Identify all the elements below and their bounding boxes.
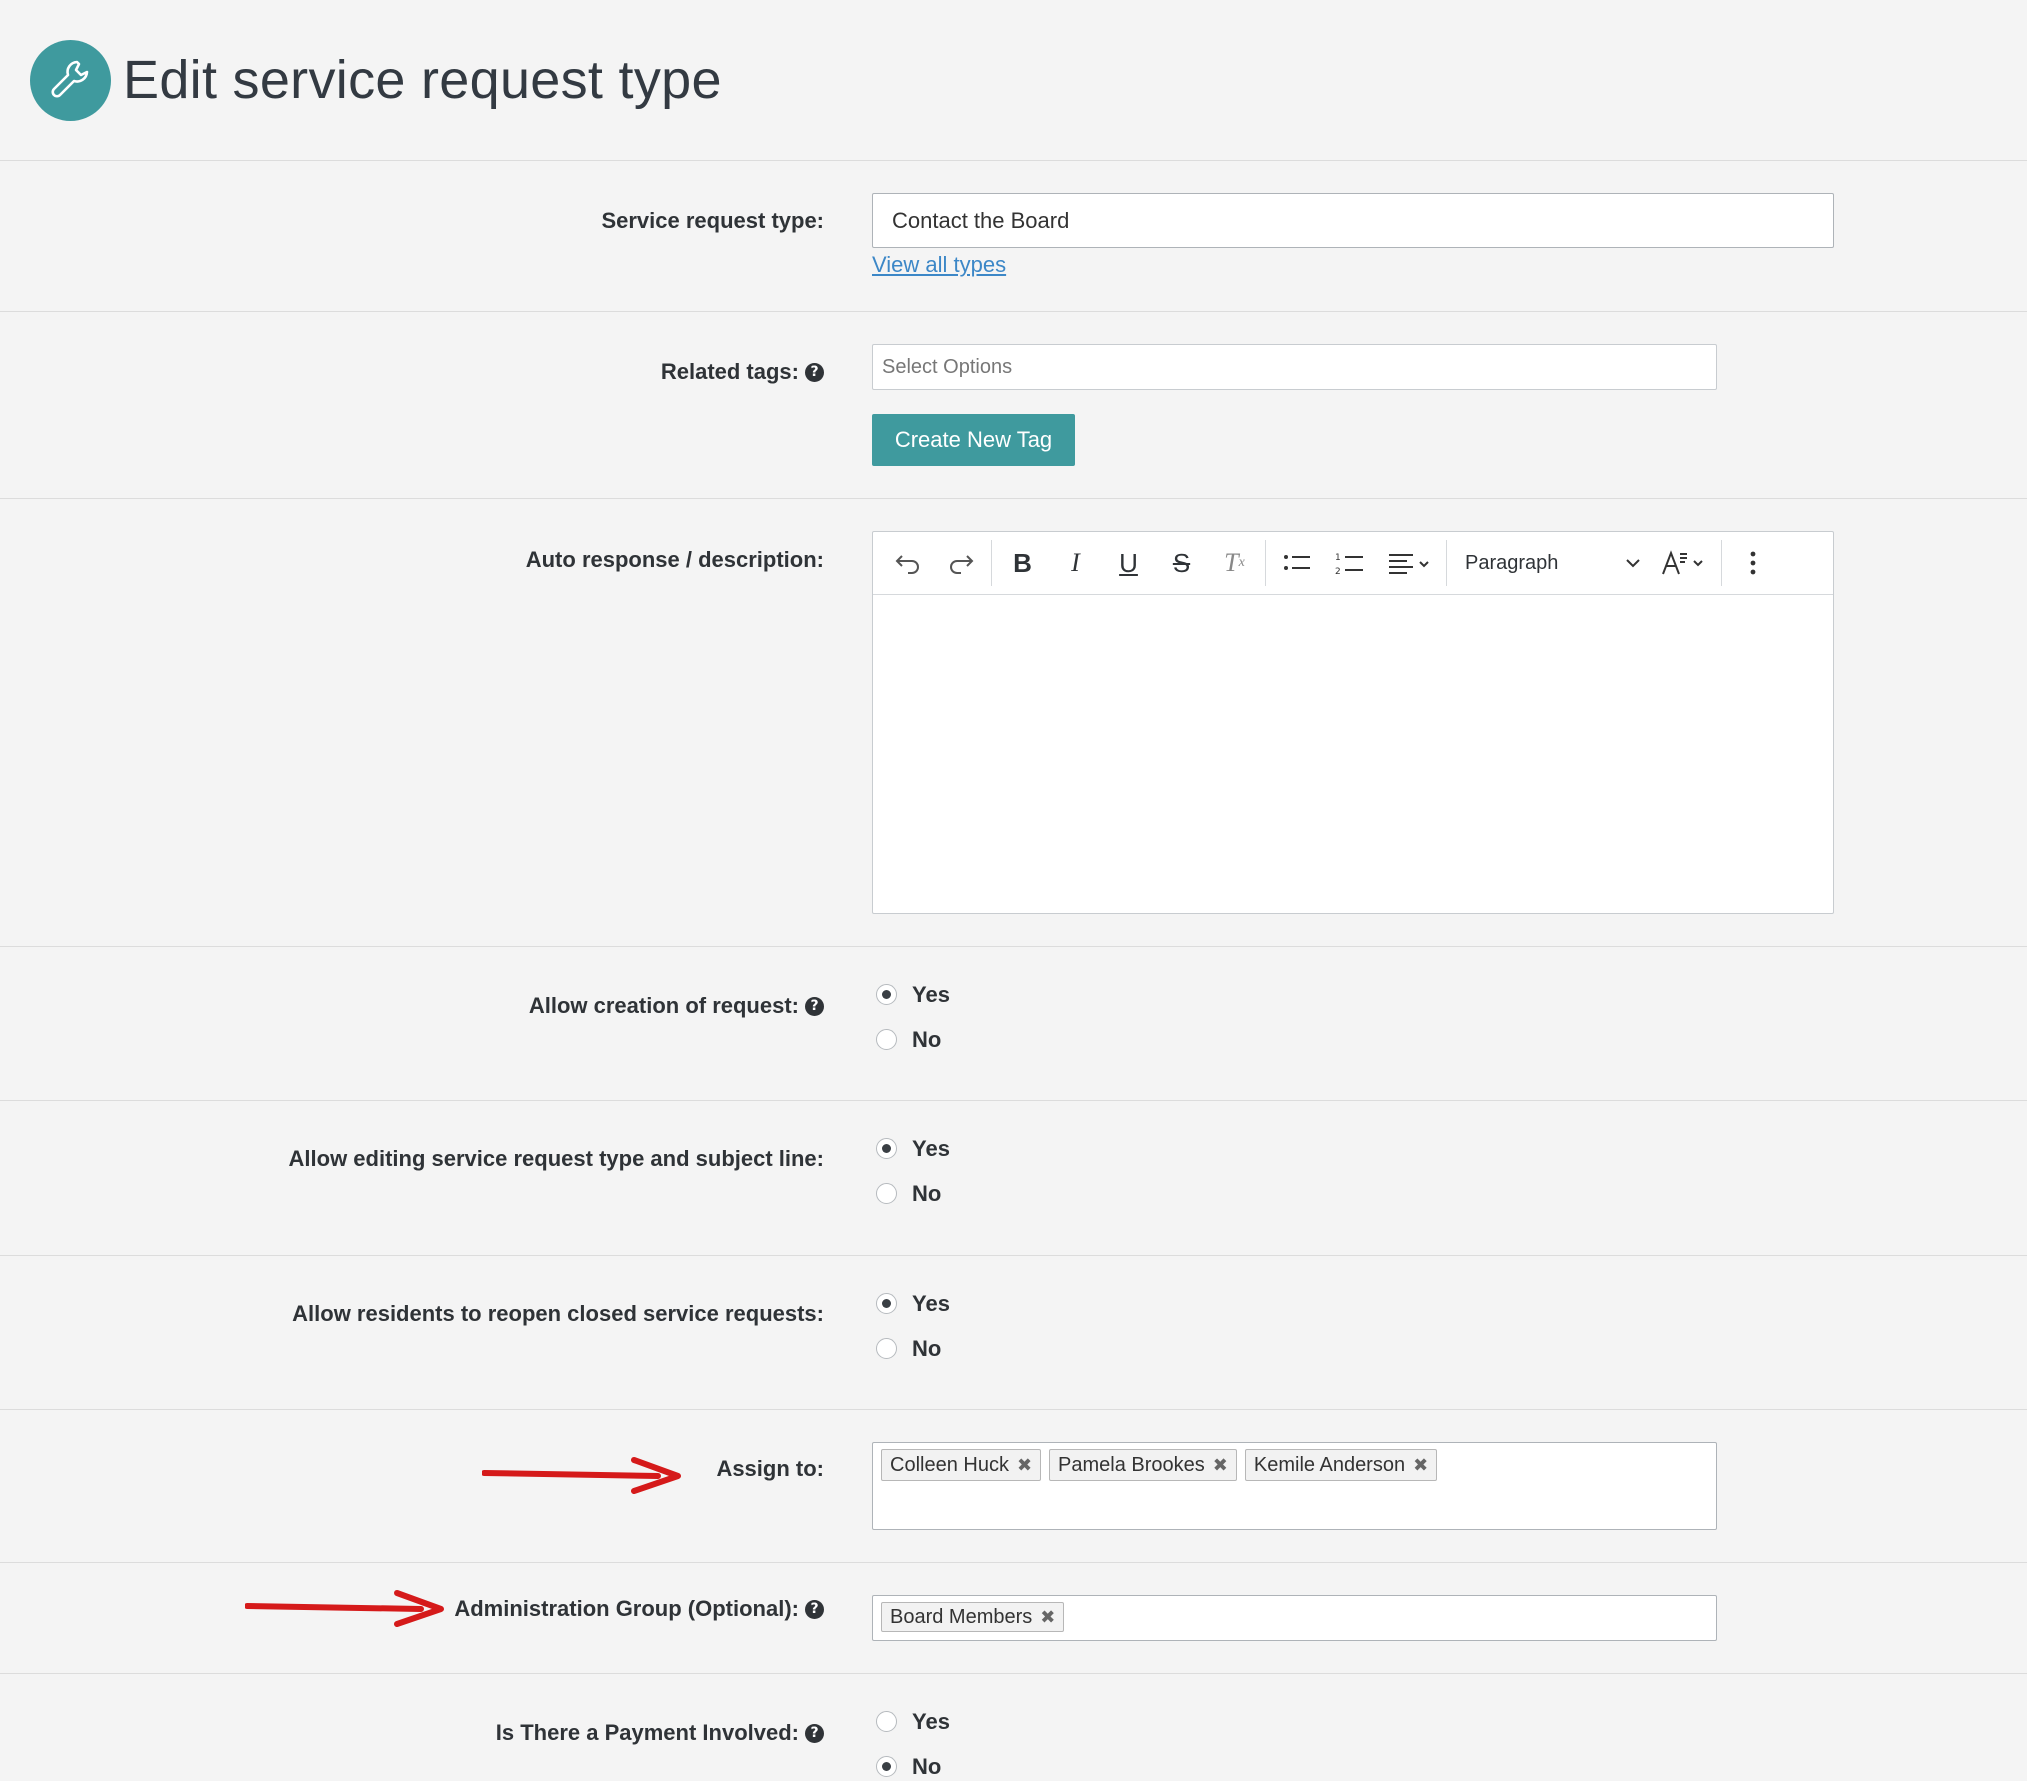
annotation-arrow xyxy=(482,1457,681,1494)
assign-to-label: Assign to: xyxy=(716,1456,824,1481)
allow-reopen-no[interactable]: No xyxy=(872,1326,950,1371)
assignee-tag: Kemile Anderson ✖ xyxy=(1244,1449,1438,1481)
numbered-list-icon[interactable]: 12 xyxy=(1323,538,1376,588)
payment-no[interactable]: No xyxy=(872,1744,950,1781)
auto-response-row: Auto response / description: B I U S Tx xyxy=(0,499,2027,947)
strikethrough-icon[interactable]: S xyxy=(1155,538,1208,588)
assignee-tag: Colleen Huck ✖ xyxy=(881,1449,1042,1481)
remove-icon[interactable]: ✖ xyxy=(1017,1455,1032,1476)
admin-group-tag: Board Members ✖ xyxy=(881,1602,1065,1632)
related-tags-label: Related tags: ? xyxy=(661,359,824,385)
assign-to-field: Colleen Huck ✖ Pamela Brookes ✖ Kemile And… xyxy=(872,1442,1717,1530)
payment-label: Is There a Payment Involved: ? xyxy=(496,1720,824,1746)
remove-icon[interactable]: ✖ xyxy=(1213,1455,1228,1476)
allow-editing-yes[interactable]: Yes xyxy=(872,1126,950,1171)
chevron-down-icon xyxy=(1626,559,1640,568)
page: Edit service request type Service reques… xyxy=(0,0,2027,1781)
allow-reopen-label: Allow residents to reopen closed service… xyxy=(292,1301,824,1326)
service-request-type-label: Service request type: xyxy=(601,208,824,233)
annotation-arrow xyxy=(245,1590,444,1627)
allow-creation-row: Allow creation of request: ? Yes No xyxy=(0,947,2027,1101)
more-icon[interactable] xyxy=(1726,538,1779,588)
toolbar-divider xyxy=(1265,540,1266,586)
remove-icon[interactable]: ✖ xyxy=(1413,1455,1428,1476)
bold-icon[interactable]: B xyxy=(996,538,1049,588)
radio-button[interactable] xyxy=(876,1293,897,1314)
toolbar-divider xyxy=(1446,540,1447,586)
allow-reopen-row: Allow residents to reopen closed service… xyxy=(0,1256,2027,1410)
radio-button[interactable] xyxy=(876,984,897,1005)
create-new-tag-button[interactable]: Create New Tag xyxy=(872,414,1075,466)
allow-editing-row: Allow editing service request type and s… xyxy=(0,1101,2027,1256)
allow-creation-no[interactable]: No xyxy=(872,1017,950,1062)
allow-creation-label: Allow creation of request: ? xyxy=(529,993,824,1019)
related-tags-select[interactable]: Select Options xyxy=(872,344,1717,390)
radio-button[interactable] xyxy=(876,1138,897,1159)
allow-creation-options: Yes No xyxy=(872,972,950,1062)
underline-icon[interactable]: U xyxy=(1102,538,1155,588)
help-icon[interactable]: ? xyxy=(805,996,824,1016)
allow-editing-no[interactable]: No xyxy=(872,1171,950,1216)
allow-editing-label: Allow editing service request type and s… xyxy=(288,1146,824,1171)
bullet-list-icon[interactable] xyxy=(1270,538,1323,588)
editor-content-area[interactable] xyxy=(873,595,1833,913)
help-icon[interactable]: ? xyxy=(805,1723,824,1743)
wrench-icon xyxy=(30,39,111,121)
auto-response-label: Auto response / description: xyxy=(525,547,824,572)
toolbar-divider xyxy=(1721,540,1722,586)
help-icon[interactable]: ? xyxy=(805,1599,824,1619)
radio-button[interactable] xyxy=(876,1029,897,1050)
allow-reopen-yes[interactable]: Yes xyxy=(872,1281,950,1326)
payment-row: Is There a Payment Involved: ? Yes No xyxy=(0,1674,2027,1781)
assign-to-input[interactable]: Colleen Huck ✖ Pamela Brookes ✖ Kemile And… xyxy=(872,1442,1717,1530)
redo-icon[interactable] xyxy=(934,538,987,588)
clear-formatting-icon[interactable]: Tx xyxy=(1208,538,1261,588)
admin-group-label: Administration Group (Optional): ? xyxy=(454,1596,824,1622)
assignee-tag: Pamela Brookes ✖ xyxy=(1049,1449,1237,1481)
align-icon[interactable] xyxy=(1376,538,1442,588)
font-size-icon[interactable] xyxy=(1651,538,1717,588)
admin-group-input[interactable]: Board Members ✖ xyxy=(872,1595,1717,1641)
block-format-dropdown[interactable]: Paragraph xyxy=(1451,538,1651,588)
svg-text:2: 2 xyxy=(1335,567,1341,576)
admin-group-field: Board Members ✖ xyxy=(872,1595,1717,1641)
remove-icon[interactable]: ✖ xyxy=(1040,1607,1055,1628)
radio-button[interactable] xyxy=(876,1711,897,1732)
related-tags-row: Related tags: ? Select Options Create Ne… xyxy=(0,312,2027,499)
page-title: Edit service request type xyxy=(123,50,722,110)
italic-icon[interactable]: I xyxy=(1049,538,1102,588)
payment-options: Yes No xyxy=(872,1699,950,1781)
view-all-types-link[interactable]: View all types xyxy=(872,252,1006,278)
help-icon[interactable]: ? xyxy=(805,362,824,382)
rich-text-editor: B I U S Tx 12 Paragraph xyxy=(872,531,1834,914)
radio-button[interactable] xyxy=(876,1756,897,1777)
toolbar-divider xyxy=(991,540,992,586)
editor-toolbar: B I U S Tx 12 Paragraph xyxy=(873,532,1833,595)
allow-editing-options: Yes No xyxy=(872,1126,950,1216)
related-tags-field: Select Options Create New Tag xyxy=(872,344,1717,466)
service-request-type-field: Contact the Board View all types xyxy=(872,193,1834,278)
undo-icon[interactable] xyxy=(881,538,934,588)
allow-reopen-options: Yes No xyxy=(872,1281,950,1371)
allow-creation-yes[interactable]: Yes xyxy=(872,972,950,1017)
radio-button[interactable] xyxy=(876,1338,897,1359)
admin-group-row: Administration Group (Optional): ? Board… xyxy=(0,1563,2027,1674)
auto-response-field: B I U S Tx 12 Paragraph xyxy=(872,531,1834,914)
service-request-type-row: Service request type: Contact the Board … xyxy=(0,161,2027,312)
payment-yes[interactable]: Yes xyxy=(872,1699,950,1744)
svg-text:1: 1 xyxy=(1335,553,1341,563)
radio-button[interactable] xyxy=(876,1183,897,1204)
page-header: Edit service request type xyxy=(0,0,2027,161)
service-request-type-input[interactable]: Contact the Board xyxy=(872,193,1834,248)
assign-to-row: Assign to: Colleen Huck ✖ Pamela Brookes ✖… xyxy=(0,1410,2027,1563)
